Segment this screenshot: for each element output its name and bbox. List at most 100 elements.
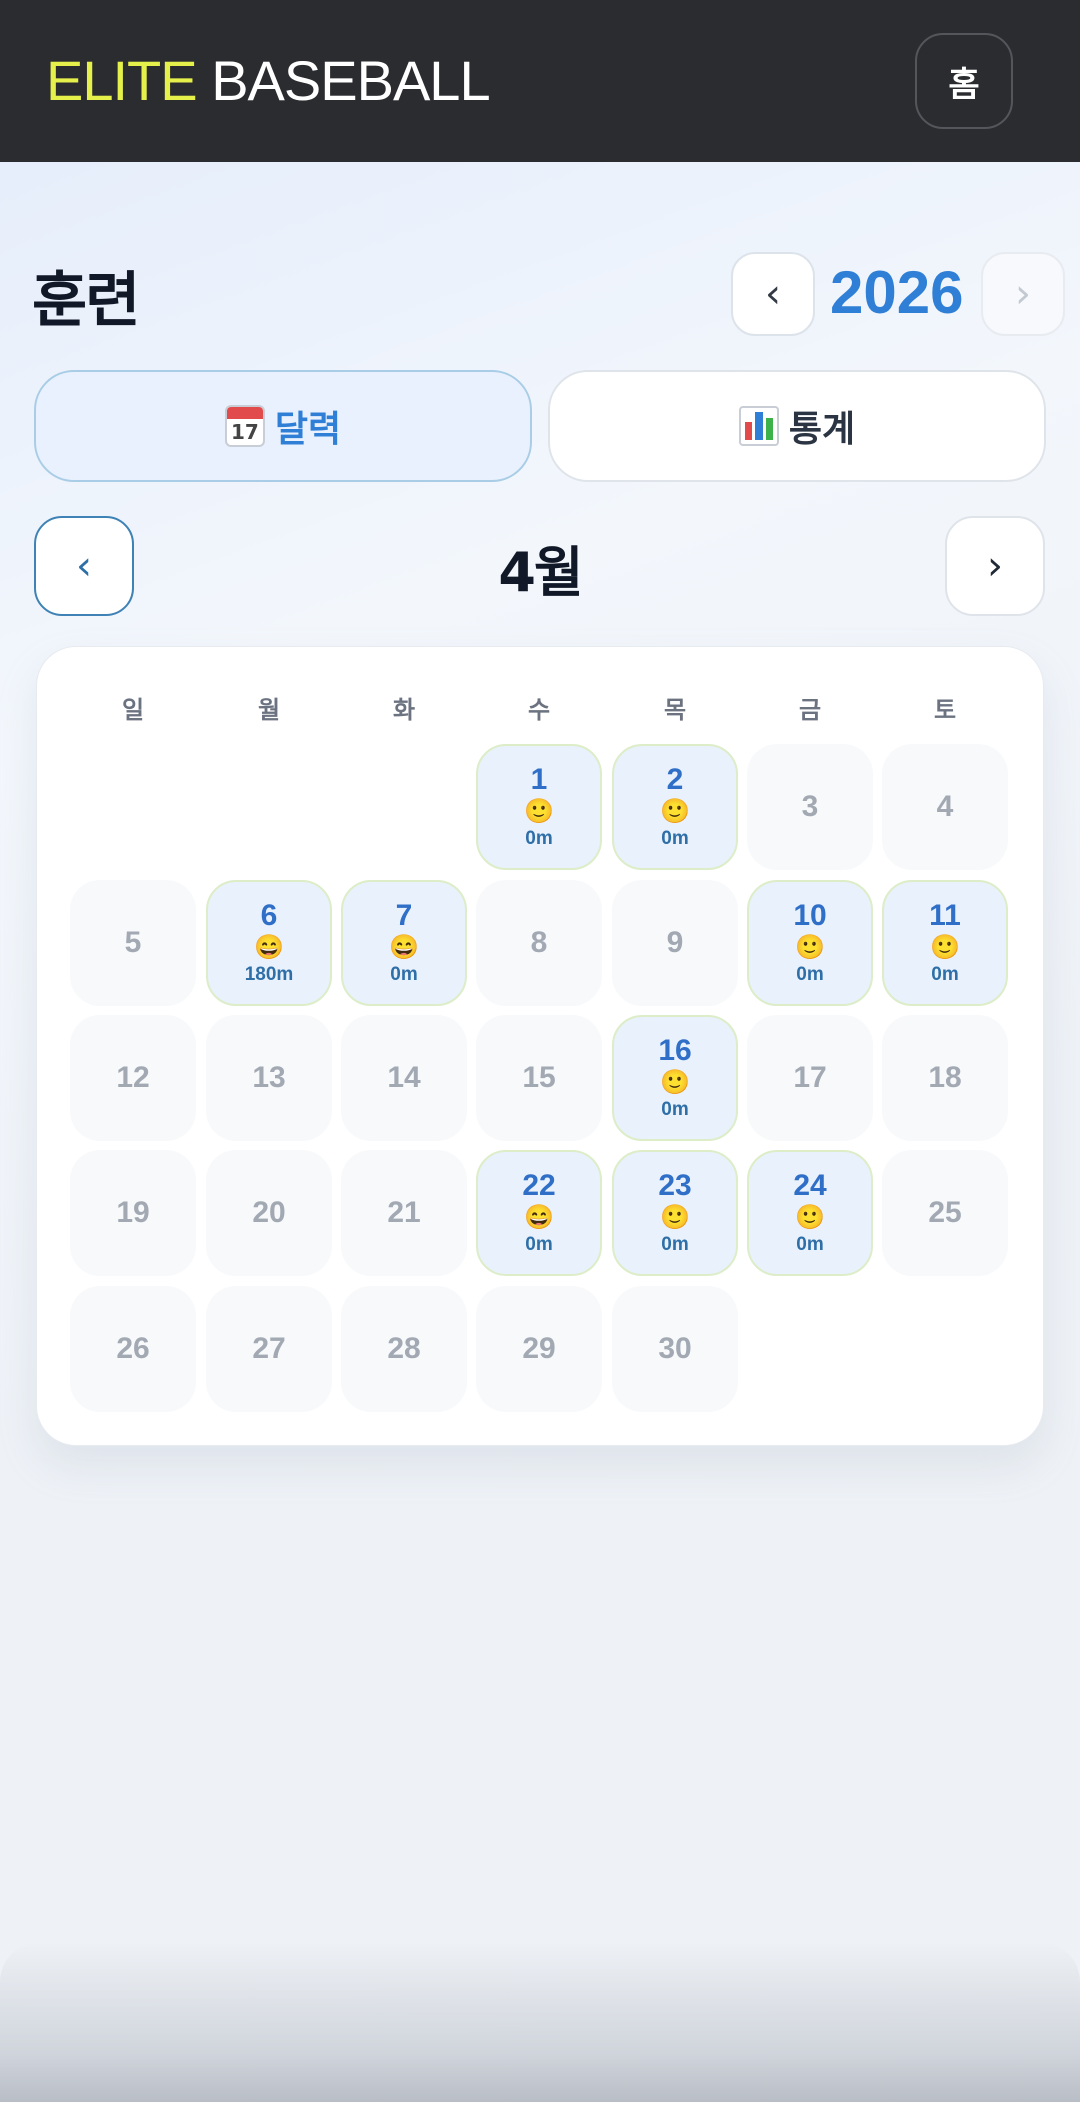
calendar-day[interactable]: 2 🙂 0m [612,744,738,870]
day-number: 27 [252,1332,286,1365]
training-minutes: 0m [661,828,689,849]
day-number: 2 [666,763,684,796]
calendar-day[interactable]: 23 🙂 0m [612,1150,738,1276]
calendar-day[interactable]: 29 [476,1286,602,1412]
day-number: 23 [658,1169,692,1202]
app-header: ELITE BASEBALL 홈 [0,0,1080,162]
tab-calendar[interactable]: 17 달력 [34,370,532,482]
training-minutes: 0m [525,828,553,849]
calendar-day[interactable]: 21 [341,1150,467,1276]
day-number: 8 [530,926,548,959]
day-number: 1 [530,763,548,796]
calendar-day[interactable]: 28 [341,1286,467,1412]
training-minutes: 0m [661,1099,689,1120]
previous-month-button[interactable]: ‹ [34,516,134,616]
brand-secondary: BASEBALL [211,49,490,112]
chevron-left-icon: ‹ [765,271,781,317]
calendar-day[interactable]: 6 😄 180m [206,880,332,1006]
calendar-day[interactable]: 8 [476,880,602,1006]
training-minutes: 0m [390,964,418,985]
calendar-day[interactable]: 5 [70,880,196,1006]
brand-logo[interactable]: ELITE BASEBALL [46,48,491,113]
mood-emoji-icon: 🙂 [660,1069,690,1096]
calendar-day[interactable]: 25 [882,1150,1008,1276]
calendar-day[interactable]: 16 🙂 0m [612,1015,738,1141]
calendar-day[interactable]: 15 [476,1015,602,1141]
chevron-left-icon: ‹ [76,543,92,589]
calendar-day[interactable]: 30 [612,1286,738,1412]
day-number: 4 [936,790,954,823]
month-label: 4월 [498,541,583,604]
calendar-day[interactable]: 22 😄 0m [476,1150,602,1276]
year-label: 2026 [830,259,964,326]
day-number: 3 [801,790,819,823]
calendar-day[interactable]: 27 [206,1286,332,1412]
tab-calendar-label: 달력 [274,409,342,450]
weekday-header: 수 [527,696,551,724]
mood-emoji-icon: 😄 [254,934,284,961]
day-number: 19 [116,1196,150,1229]
training-minutes: 0m [796,1234,824,1255]
mood-emoji-icon: 😄 [524,1204,554,1231]
calendar-day[interactable]: 24 🙂 0m [747,1150,873,1276]
calendar-day[interactable]: 14 [341,1015,467,1141]
day-number: 15 [522,1061,556,1094]
training-minutes: 0m [661,1234,689,1255]
calendar-day[interactable]: 19 [70,1150,196,1276]
calendar-day[interactable]: 17 [747,1015,873,1141]
next-year-button[interactable]: › [981,252,1065,336]
next-month-button[interactable]: › [945,516,1045,616]
training-minutes: 180m [244,964,294,985]
weekday-header: 일 [121,696,145,724]
calendar-day[interactable]: 3 [747,744,873,870]
day-number: 29 [522,1332,556,1365]
previous-year-button[interactable]: ‹ [731,252,815,336]
day-number: 10 [793,899,827,932]
bar-chart-icon [738,406,779,446]
chevron-right-icon: › [987,543,1003,589]
weekday-header: 월 [257,696,281,724]
day-number: 12 [116,1061,150,1094]
calendar-day[interactable]: 10 🙂 0m [747,880,873,1006]
calendar-day[interactable]: 7 😄 0m [341,880,467,1006]
day-number: 14 [387,1061,421,1094]
tab-statistics[interactable]: 통계 [548,370,1046,482]
calendar-day[interactable]: 12 [70,1015,196,1141]
day-number: 30 [658,1332,692,1365]
day-number: 13 [252,1061,286,1094]
day-number: 16 [658,1034,692,1067]
mood-emoji-icon: 🙂 [795,934,825,961]
calendar-day[interactable]: 26 [70,1286,196,1412]
day-number: 6 [260,899,278,932]
mood-emoji-icon: 🙂 [660,798,690,825]
day-number: 7 [395,899,413,932]
home-button[interactable]: 홈 [915,33,1013,129]
calendar-day[interactable]: 1 🙂 0m [476,744,602,870]
calendar-day[interactable]: 18 [882,1015,1008,1141]
day-number: 26 [116,1332,150,1365]
mood-emoji-icon: 🙂 [524,798,554,825]
calendar-day[interactable]: 9 [612,880,738,1006]
calendar-day[interactable]: 11 🙂 0m [882,880,1008,1006]
calendar-day[interactable]: 20 [206,1150,332,1276]
calendar-day[interactable]: 4 [882,744,1008,870]
weekday-header: 목 [663,696,687,724]
training-minutes: 0m [931,964,959,985]
day-number: 25 [928,1196,962,1229]
day-number: 24 [793,1169,827,1202]
brand-primary: ELITE [46,49,198,112]
calendar-day[interactable]: 13 [206,1015,332,1141]
day-number: 11 [929,899,961,932]
tab-statistics-label: 통계 [788,409,856,450]
day-number: 22 [522,1169,556,1202]
weekday-header: 토 [933,696,957,724]
day-number: 20 [252,1196,286,1229]
page-title: 훈련 [32,266,140,336]
day-number: 28 [387,1332,421,1365]
mood-emoji-icon: 🙂 [795,1204,825,1231]
training-minutes: 0m [796,964,824,985]
day-number: 5 [124,926,142,959]
day-number: 9 [666,926,684,959]
mood-emoji-icon: 🙂 [660,1204,690,1231]
bottom-shade [0,1942,1080,2102]
